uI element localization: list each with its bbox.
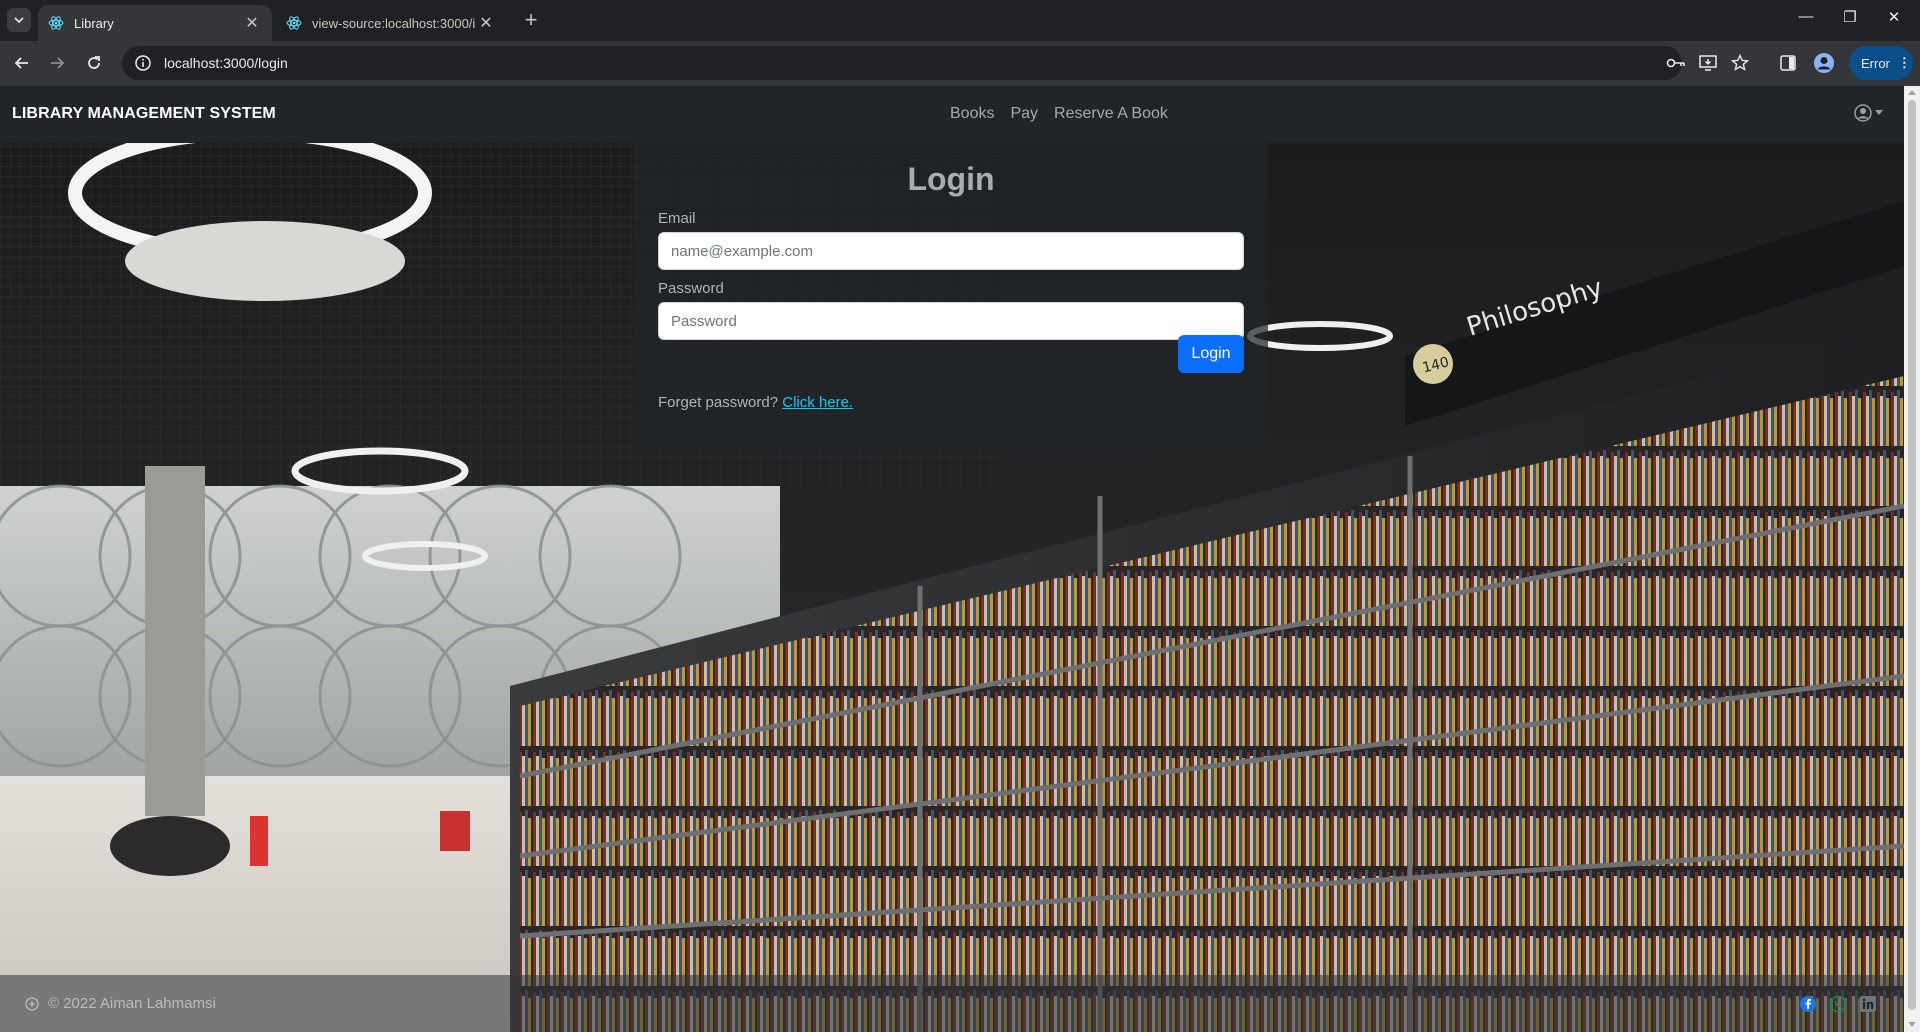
browser-tabstrip: Library ✕ view-source:localhost:3000/iss…: [0, 0, 1920, 41]
tab-title: Library: [74, 15, 114, 31]
password-label: Password: [658, 280, 724, 297]
login-button[interactable]: Login: [1178, 335, 1244, 373]
nav-link-pay[interactable]: Pay: [1010, 105, 1038, 123]
login-title: Login: [907, 161, 995, 197]
minimize-button[interactable]: —: [1786, 8, 1826, 25]
brand-title[interactable]: LIBRARY MANAGEMENT SYSTEM: [12, 105, 276, 123]
close-tab-icon[interactable]: ✕: [476, 13, 496, 33]
forward-arrow-icon[interactable]: [45, 51, 69, 75]
footer-copyright: © 2022 Aiman Lahmamsi: [24, 995, 216, 1012]
caret-down-icon: [1875, 110, 1883, 115]
linkedin-icon[interactable]: [1859, 995, 1877, 1013]
more-vert-icon: ⋮: [1897, 55, 1911, 70]
address-bar[interactable]: localhost:3000/login: [122, 46, 1682, 80]
reload-icon[interactable]: [82, 51, 106, 75]
forget-password-label: Forget password?: [658, 394, 779, 411]
nav-links: Books Pay Reserve A Book: [950, 105, 1184, 123]
browser-toolbar: localhost:3000/login Error ⋮: [0, 41, 1920, 86]
error-label: Error: [1861, 55, 1890, 71]
browser-tab-view-source[interactable]: view-source:localhost:3000/issu ✕: [276, 5, 506, 41]
email-label: Email: [658, 210, 696, 227]
nav-link-reserve[interactable]: Reserve A Book: [1054, 105, 1168, 123]
restore-button[interactable]: ❐: [1830, 8, 1870, 26]
tab-title: view-source:localhost:3000/issu: [312, 15, 476, 31]
browser-tab-library[interactable]: Library ✕: [38, 5, 272, 41]
site-info-icon[interactable]: [134, 54, 152, 72]
user-circle-icon: [1854, 104, 1872, 122]
back-arrow-icon[interactable]: [10, 51, 34, 75]
gem-icon: [25, 996, 39, 1011]
chevron-down-icon: [14, 17, 24, 24]
site-footer: © 2022 Aiman Lahmamsi: [0, 975, 1904, 1032]
url-text: localhost:3000/login: [164, 55, 288, 71]
email-input[interactable]: [658, 232, 1244, 270]
social-icons: [1799, 995, 1877, 1013]
key-icon[interactable]: [1665, 52, 1687, 74]
install-app-icon[interactable]: [1697, 52, 1719, 74]
whatsapp-icon[interactable]: [1829, 995, 1847, 1013]
page-scrollbar[interactable]: [1904, 86, 1920, 1032]
side-panel-icon[interactable]: [1777, 52, 1799, 74]
facebook-icon[interactable]: [1799, 995, 1817, 1013]
scroll-up-arrow-icon[interactable]: [1908, 90, 1916, 95]
user-menu-dropdown[interactable]: [1854, 104, 1883, 122]
forget-password-link[interactable]: Click here.: [782, 394, 853, 411]
scroll-down-arrow-icon[interactable]: [1908, 1022, 1916, 1027]
profile-avatar-icon[interactable]: [1813, 52, 1835, 74]
tab-search-button[interactable]: [7, 8, 31, 32]
password-input[interactable]: [658, 302, 1244, 340]
forget-password-text: Forget password? Click here.: [658, 394, 853, 411]
nav-link-books[interactable]: Books: [950, 105, 994, 123]
close-window-button[interactable]: ✕: [1874, 8, 1914, 26]
bookmark-star-icon[interactable]: [1729, 52, 1751, 74]
react-icon: [286, 15, 302, 31]
react-icon: [48, 15, 64, 31]
site-navbar: LIBRARY MANAGEMENT SYSTEM Books Pay Rese…: [0, 86, 1904, 143]
new-tab-button[interactable]: +: [520, 9, 542, 31]
copyright-text: © 2022 Aiman Lahmamsi: [48, 995, 216, 1012]
close-tab-icon[interactable]: ✕: [242, 13, 262, 33]
scrollbar-thumb[interactable]: [1908, 100, 1916, 1010]
page-viewport: 140 Philosophy LIBRARY MANAGEMENT SYSTEM…: [0, 86, 1904, 1032]
login-card: Login Email Password Forget password? Cl…: [634, 143, 1268, 453]
profile-error-button[interactable]: Error ⋮: [1849, 46, 1913, 80]
